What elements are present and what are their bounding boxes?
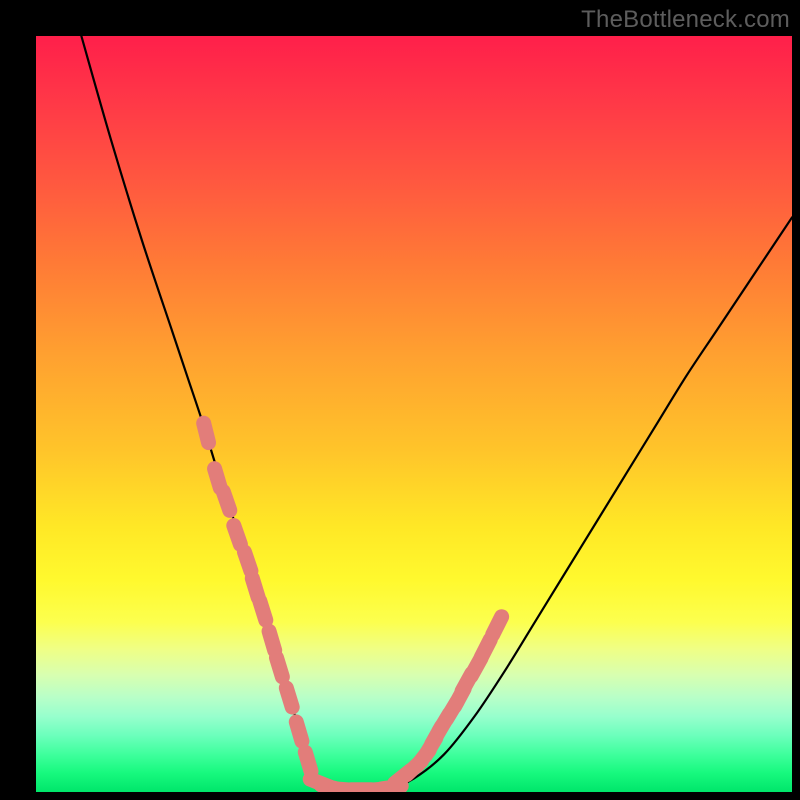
marker-dot [204,423,209,442]
marker-dot [223,491,230,510]
chart-frame: TheBottleneck.com [0,0,800,800]
bottleneck-curve [81,36,792,790]
marker-dot [215,469,221,488]
marker-cluster-left [204,423,311,771]
marker-dot [493,617,502,635]
marker-dot [269,631,275,650]
plot-area [36,36,792,792]
marker-dot [296,722,302,741]
marker-dot [286,688,292,707]
marker-dot [234,526,241,545]
marker-dot [277,658,283,677]
watermark-text: TheBottleneck.com [581,6,790,34]
marker-dot [244,552,250,571]
chart-svg [36,36,792,792]
marker-dot [481,639,490,657]
marker-dot [305,752,311,771]
marker-dot [260,601,266,620]
